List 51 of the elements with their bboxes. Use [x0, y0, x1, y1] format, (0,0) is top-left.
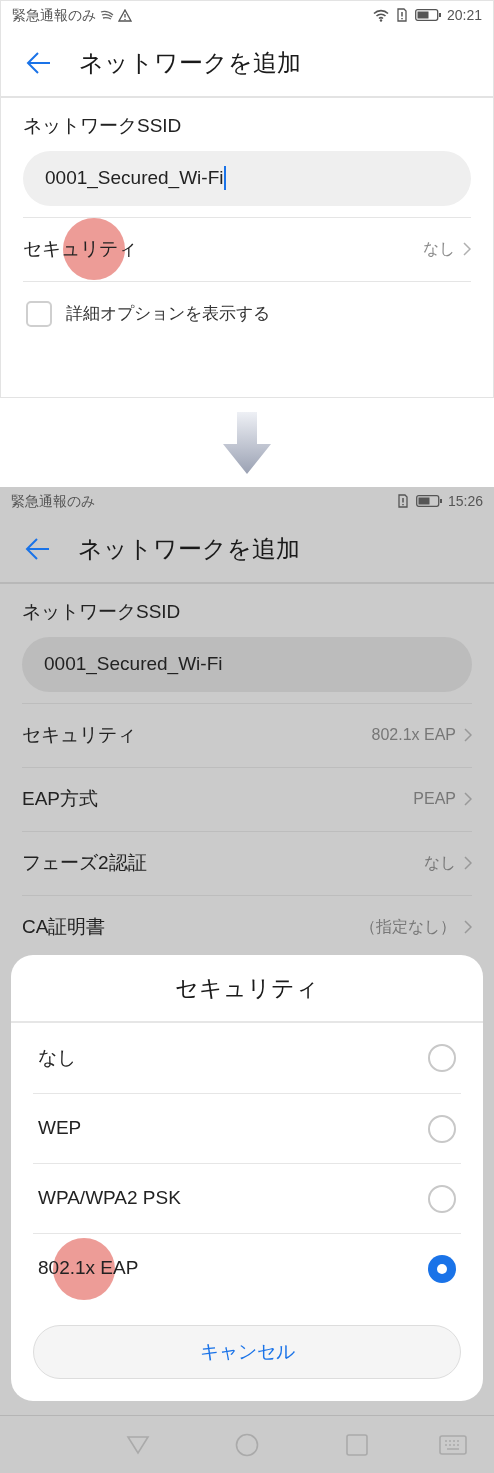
cancel-button[interactable]: キャンセル	[33, 1325, 461, 1379]
radio-option[interactable]: 802.1x EAP	[33, 1233, 461, 1303]
settings-row[interactable]: EAP方式 PEAP	[22, 766, 472, 831]
radio-button[interactable]	[428, 1044, 456, 1072]
clock-text: 20:21	[446, 5, 482, 25]
back-arrow-icon[interactable]	[26, 50, 52, 75]
chevron-icon	[464, 728, 472, 742]
radio-button[interactable]	[428, 1114, 456, 1143]
back-triangle-icon[interactable]	[126, 1434, 150, 1455]
page-title: ネットワークを追加	[79, 47, 301, 78]
settings-row[interactable]: フェーズ2認証 なし	[22, 830, 472, 895]
setting-value: 802.1x EAP	[371, 725, 456, 745]
text-cursor	[224, 166, 227, 190]
chevron-icon	[463, 242, 471, 256]
keyboard-icon[interactable]	[439, 1434, 467, 1455]
radio-button[interactable]	[428, 1184, 456, 1213]
down-arrow-icon	[222, 411, 272, 474]
dialog-title: セキュリティ	[11, 955, 483, 1023]
setting-value: （指定なし）	[360, 917, 456, 937]
swipe-icon	[100, 10, 114, 20]
checkbox-label: 詳細オプションを表示する	[66, 303, 270, 326]
checkbox[interactable]	[26, 301, 52, 327]
settings-row[interactable]: セキュリティ なし	[23, 216, 471, 281]
recents-square-icon[interactable]	[346, 1433, 368, 1456]
setting-value: なし	[423, 239, 455, 259]
clock-text: 15:26	[447, 491, 483, 511]
radio-button[interactable]	[428, 1254, 456, 1283]
page-title: ネットワークを追加	[78, 533, 300, 564]
sim-alert-icon	[397, 494, 408, 508]
carrier-text: 緊急通報のみ	[12, 5, 96, 25]
radio-option[interactable]: WPA/WPA2 PSK	[33, 1163, 461, 1233]
sim-alert-icon	[396, 8, 407, 22]
wifi-icon	[372, 8, 389, 22]
setting-value: PEAP	[413, 789, 456, 809]
setting-value: なし	[424, 853, 456, 873]
battery-icon	[414, 9, 441, 21]
chevron-icon	[464, 920, 472, 934]
radio-option[interactable]: WEP	[33, 1093, 461, 1163]
battery-icon	[415, 495, 442, 507]
radio-option[interactable]: なし	[33, 1023, 461, 1093]
field-label: ネットワークSSID	[23, 114, 182, 138]
ssid-input-field[interactable]: 0001_Secured_Wi-Fi	[23, 150, 471, 206]
back-arrow-icon[interactable]	[25, 536, 51, 561]
settings-row[interactable]: セキュリティ 802.1x EAP	[22, 702, 472, 767]
ssid-input-field[interactable]: 0001_Secured_Wi-Fi	[22, 636, 472, 692]
carrier-text: 緊急通報のみ	[11, 491, 95, 511]
home-circle-icon[interactable]	[235, 1432, 259, 1457]
chevron-icon	[464, 856, 472, 870]
warning-icon	[118, 8, 132, 22]
chevron-icon	[464, 792, 472, 806]
field-label: ネットワークSSID	[22, 600, 181, 624]
